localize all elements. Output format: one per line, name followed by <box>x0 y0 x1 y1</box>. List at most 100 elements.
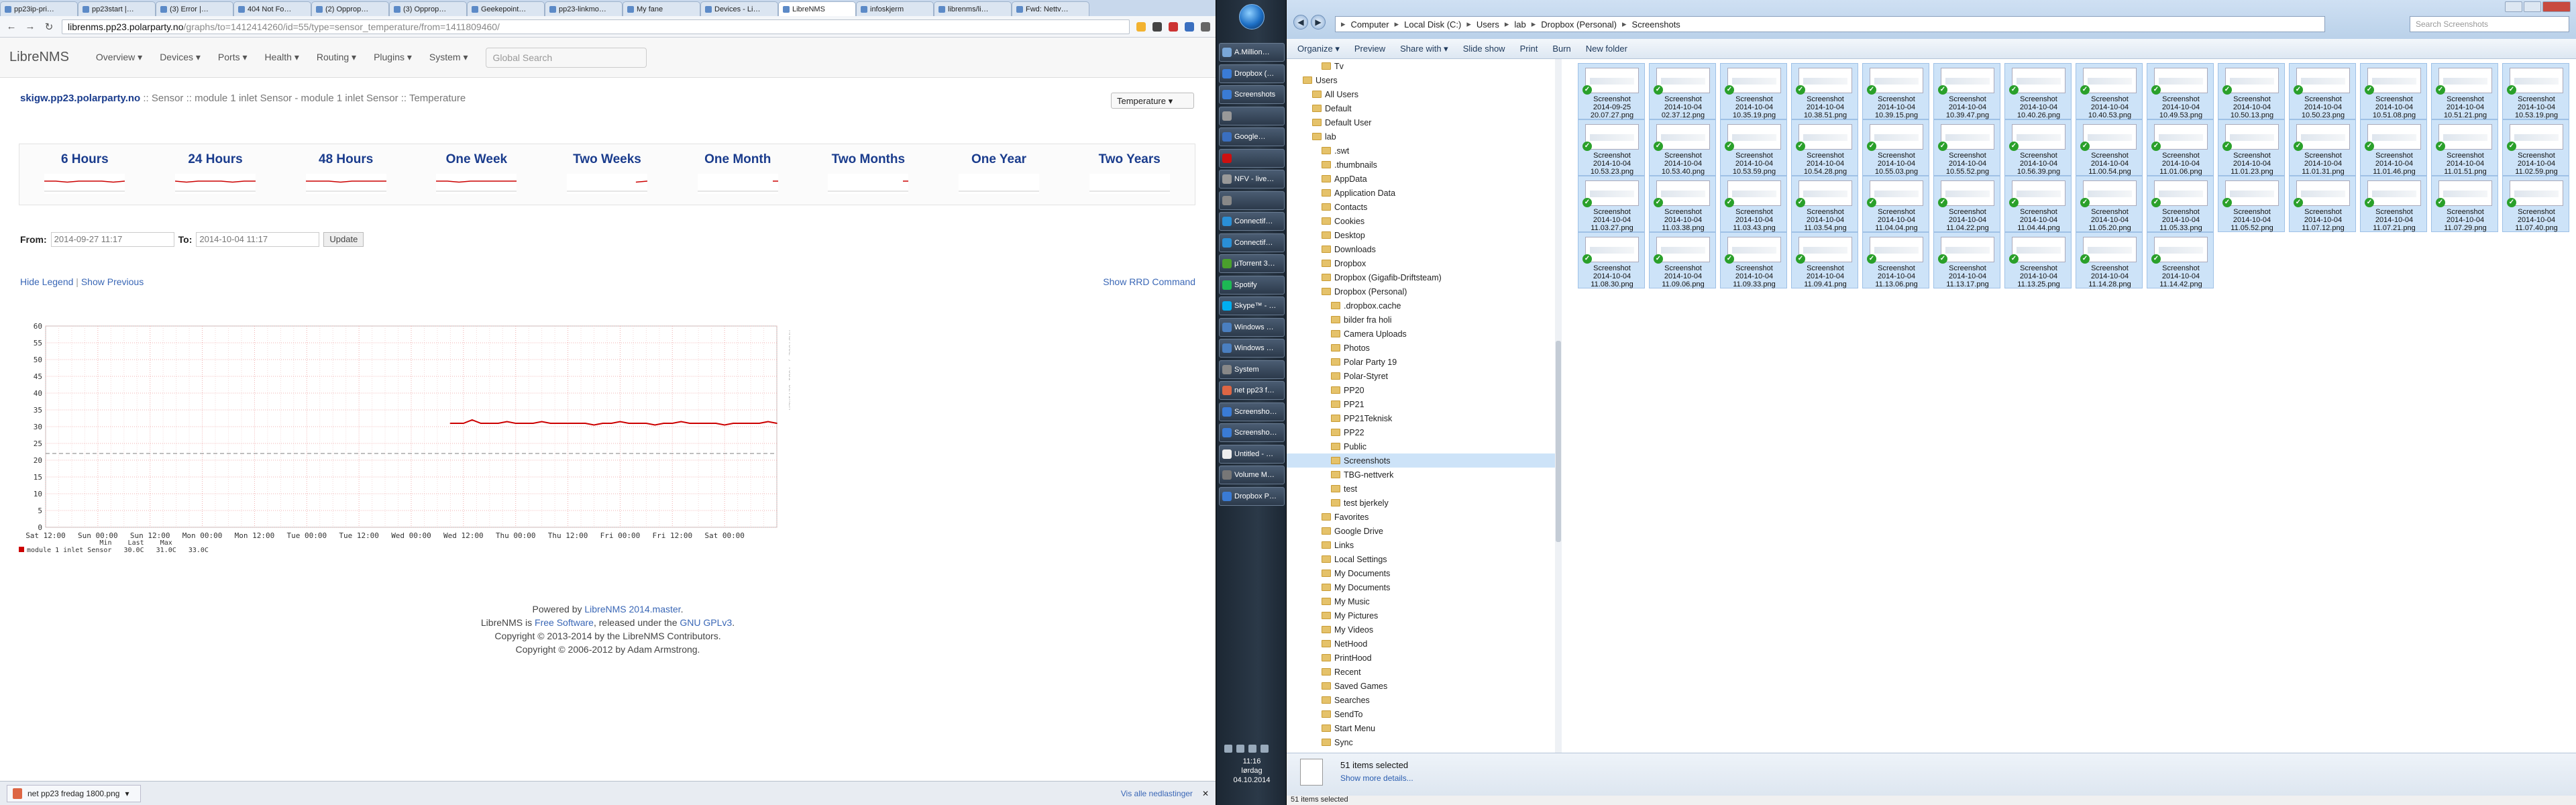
period-sparkline[interactable] <box>697 174 778 194</box>
period-sparkline[interactable] <box>305 174 386 194</box>
music-extension-icon[interactable] <box>1152 21 1162 32</box>
taskbar-button[interactable]: Connectif… <box>1219 233 1285 252</box>
file-item[interactable]: ✓ Screenshot 2014-10-04 11.04.44.png <box>2004 176 2072 232</box>
tree-node[interactable]: test bjerkely <box>1287 496 1561 510</box>
file-item[interactable]: ✓ Screenshot 2014-10-04 11.03.38.png <box>1649 176 1716 232</box>
browser-tab[interactable]: Devices - Li… <box>700 1 778 16</box>
taskbar-button[interactable]: Connectif… <box>1219 212 1285 231</box>
period-sparkline[interactable] <box>959 174 1040 194</box>
file-item[interactable]: ✓ Screenshot 2014-10-04 11.01.51.png <box>2431 119 2498 176</box>
file-item[interactable]: ✓ Screenshot 2014-10-04 10.35.19.png <box>1720 63 1787 119</box>
period-label[interactable]: 24 Hours <box>150 152 281 167</box>
tree-node[interactable]: Dropbox <box>1287 256 1561 270</box>
show-previous-link[interactable]: Show Previous <box>81 276 144 287</box>
browser-tab[interactable]: Fwd: Nettv… <box>1012 1 1089 16</box>
browser-tab[interactable]: (3) Error |… <box>156 1 233 16</box>
file-item[interactable]: ✓ Screenshot 2014-10-04 10.50.13.png <box>2218 63 2285 119</box>
taskbar-button[interactable] <box>1219 191 1285 210</box>
taskbar-button[interactable]: NFV - live… <box>1219 170 1285 189</box>
file-item[interactable]: ✓ Screenshot 2014-10-04 11.05.52.png <box>2218 176 2285 232</box>
from-input[interactable]: 2014-09-27 11:17 <box>50 232 174 247</box>
command-button[interactable]: Burn <box>1552 44 1570 54</box>
file-item[interactable]: ✓ Screenshot 2014-10-04 10.49.53.png <box>2147 63 2214 119</box>
global-search-input[interactable]: Global Search <box>485 47 647 68</box>
tray-icon[interactable] <box>1260 745 1269 753</box>
browser-tab[interactable]: Geekepoint… <box>467 1 545 16</box>
free-software-link[interactable]: Free Software <box>535 617 594 628</box>
file-item[interactable]: ✓ Screenshot 2014-10-04 10.40.26.png <box>2004 63 2072 119</box>
period-item[interactable]: Two Months <box>803 144 934 205</box>
breadcrumb-chevron-icon[interactable]: ▸ <box>1532 19 1536 30</box>
tree-node[interactable]: PP21Teknisk <box>1287 411 1561 425</box>
address-bar[interactable]: librenms.pp23.polarparty.no/graphs/to=14… <box>62 19 1130 34</box>
show-more-details-link[interactable]: Show more details... <box>1340 773 1413 783</box>
tree-node[interactable]: NetHood <box>1287 637 1561 651</box>
period-sparkline[interactable] <box>44 174 125 194</box>
menu-routing[interactable]: Routing ▾ <box>317 52 356 63</box>
tree-node[interactable]: Default <box>1287 101 1561 115</box>
browser-tab[interactable]: (3) Opprop… <box>389 1 467 16</box>
tree-node[interactable]: Local Settings <box>1287 552 1561 566</box>
file-item[interactable]: ✓ Screenshot 2014-10-04 10.40.53.png <box>2076 63 2143 119</box>
file-item[interactable]: ✓ Screenshot 2014-10-04 10.51.08.png <box>2360 63 2427 119</box>
gpl-link[interactable]: GNU GPLv3 <box>680 617 732 628</box>
close-icon[interactable]: ✕ <box>1202 789 1209 798</box>
taskbar-button[interactable]: Volume M… <box>1219 466 1285 484</box>
tree-node[interactable]: Downloads <box>1287 242 1561 256</box>
breadcrumb-chevron-icon[interactable]: ▸ <box>1395 19 1399 30</box>
tray-icon[interactable] <box>1248 745 1256 753</box>
tree-node[interactable]: Google Drive <box>1287 524 1561 538</box>
scrollbar-thumb[interactable] <box>1556 341 1561 542</box>
file-item[interactable]: ✓ Screenshot 2014-10-04 11.00.54.png <box>2076 119 2143 176</box>
period-label[interactable]: 6 Hours <box>19 152 150 167</box>
tree-node[interactable]: Desktop <box>1287 228 1561 242</box>
taskbar-button[interactable]: Google… <box>1219 127 1285 146</box>
period-label[interactable]: One Month <box>672 152 803 167</box>
file-item[interactable]: ✓ Screenshot 2014-10-04 10.50.23.png <box>2289 63 2356 119</box>
browser-tab[interactable]: (2) Opprop… <box>311 1 389 16</box>
file-item[interactable]: ✓ Screenshot 2014-10-04 11.03.54.png <box>1791 176 1858 232</box>
file-item[interactable]: ✓ Screenshot 2014-10-04 11.01.06.png <box>2147 119 2214 176</box>
forward-icon[interactable]: → <box>24 21 36 32</box>
tree-node[interactable]: bilder fra holi <box>1287 313 1561 327</box>
taskbar-button[interactable]: Dropbox (… <box>1219 64 1285 83</box>
taskbar-button[interactable] <box>1219 106 1285 125</box>
menu-icon[interactable] <box>1201 21 1210 32</box>
tree-node[interactable]: Searches <box>1287 693 1561 707</box>
taskbar-button[interactable]: Dropbox P… <box>1219 486 1285 506</box>
file-item[interactable]: ✓ Screenshot 2014-10-04 10.53.40.png <box>1649 119 1716 176</box>
browser-tab[interactable]: infoskjerm <box>856 1 934 16</box>
minimize-button[interactable] <box>2505 1 2522 12</box>
browser-tab[interactable]: pp23start |… <box>78 1 156 16</box>
chevron-down-icon[interactable]: ▾ <box>125 789 129 798</box>
period-item[interactable]: One Month <box>672 144 803 205</box>
tree-node[interactable]: Favorites <box>1287 510 1561 524</box>
menu-ports[interactable]: Ports ▾ <box>218 52 248 63</box>
breadcrumb-chevron-icon[interactable]: ▸ <box>1622 19 1627 30</box>
file-item[interactable]: ✓ Screenshot 2014-10-04 10.39.15.png <box>1862 63 1929 119</box>
download-item[interactable]: net pp23 fredag 1800.png ▾ <box>7 784 141 802</box>
period-item[interactable]: 6 Hours <box>19 144 150 205</box>
bookmark-star-icon[interactable] <box>1136 21 1146 32</box>
tree-node[interactable]: My Documents <box>1287 580 1561 594</box>
tree-node[interactable]: .dropbox.cache <box>1287 299 1561 313</box>
tree-node[interactable]: Contacts <box>1287 200 1561 214</box>
tree-node[interactable]: My Music <box>1287 594 1561 608</box>
period-label[interactable]: Two Months <box>803 152 934 167</box>
file-item[interactable]: ✓ Screenshot 2014-10-04 11.01.31.png <box>2289 119 2356 176</box>
tree-node[interactable]: test <box>1287 482 1561 496</box>
start-button[interactable] <box>1239 4 1265 30</box>
tree-node[interactable]: PP21 <box>1287 397 1561 411</box>
taskbar-button[interactable]: Windows … <box>1219 339 1285 358</box>
period-item[interactable]: 48 Hours <box>280 144 411 205</box>
file-item[interactable]: ✓ Screenshot 2014-10-04 10.55.03.png <box>1862 119 1929 176</box>
address-segment[interactable]: Local Disk (C:) <box>1404 19 1461 30</box>
file-item[interactable]: ✓ Screenshot 2014-10-04 11.04.22.png <box>1933 176 2000 232</box>
librenms-version-link[interactable]: LibreNMS 2014.master <box>584 604 680 614</box>
period-item[interactable]: Two Years <box>1064 144 1195 205</box>
taskbar-button[interactable]: Screensho… <box>1219 423 1285 442</box>
taskbar-button[interactable]: Spotify <box>1219 275 1285 294</box>
explorer-search-input[interactable]: Search Screenshots <box>2410 16 2569 32</box>
tree-node[interactable]: My Videos <box>1287 623 1561 637</box>
tree-node[interactable]: Screenshots <box>1287 453 1561 468</box>
